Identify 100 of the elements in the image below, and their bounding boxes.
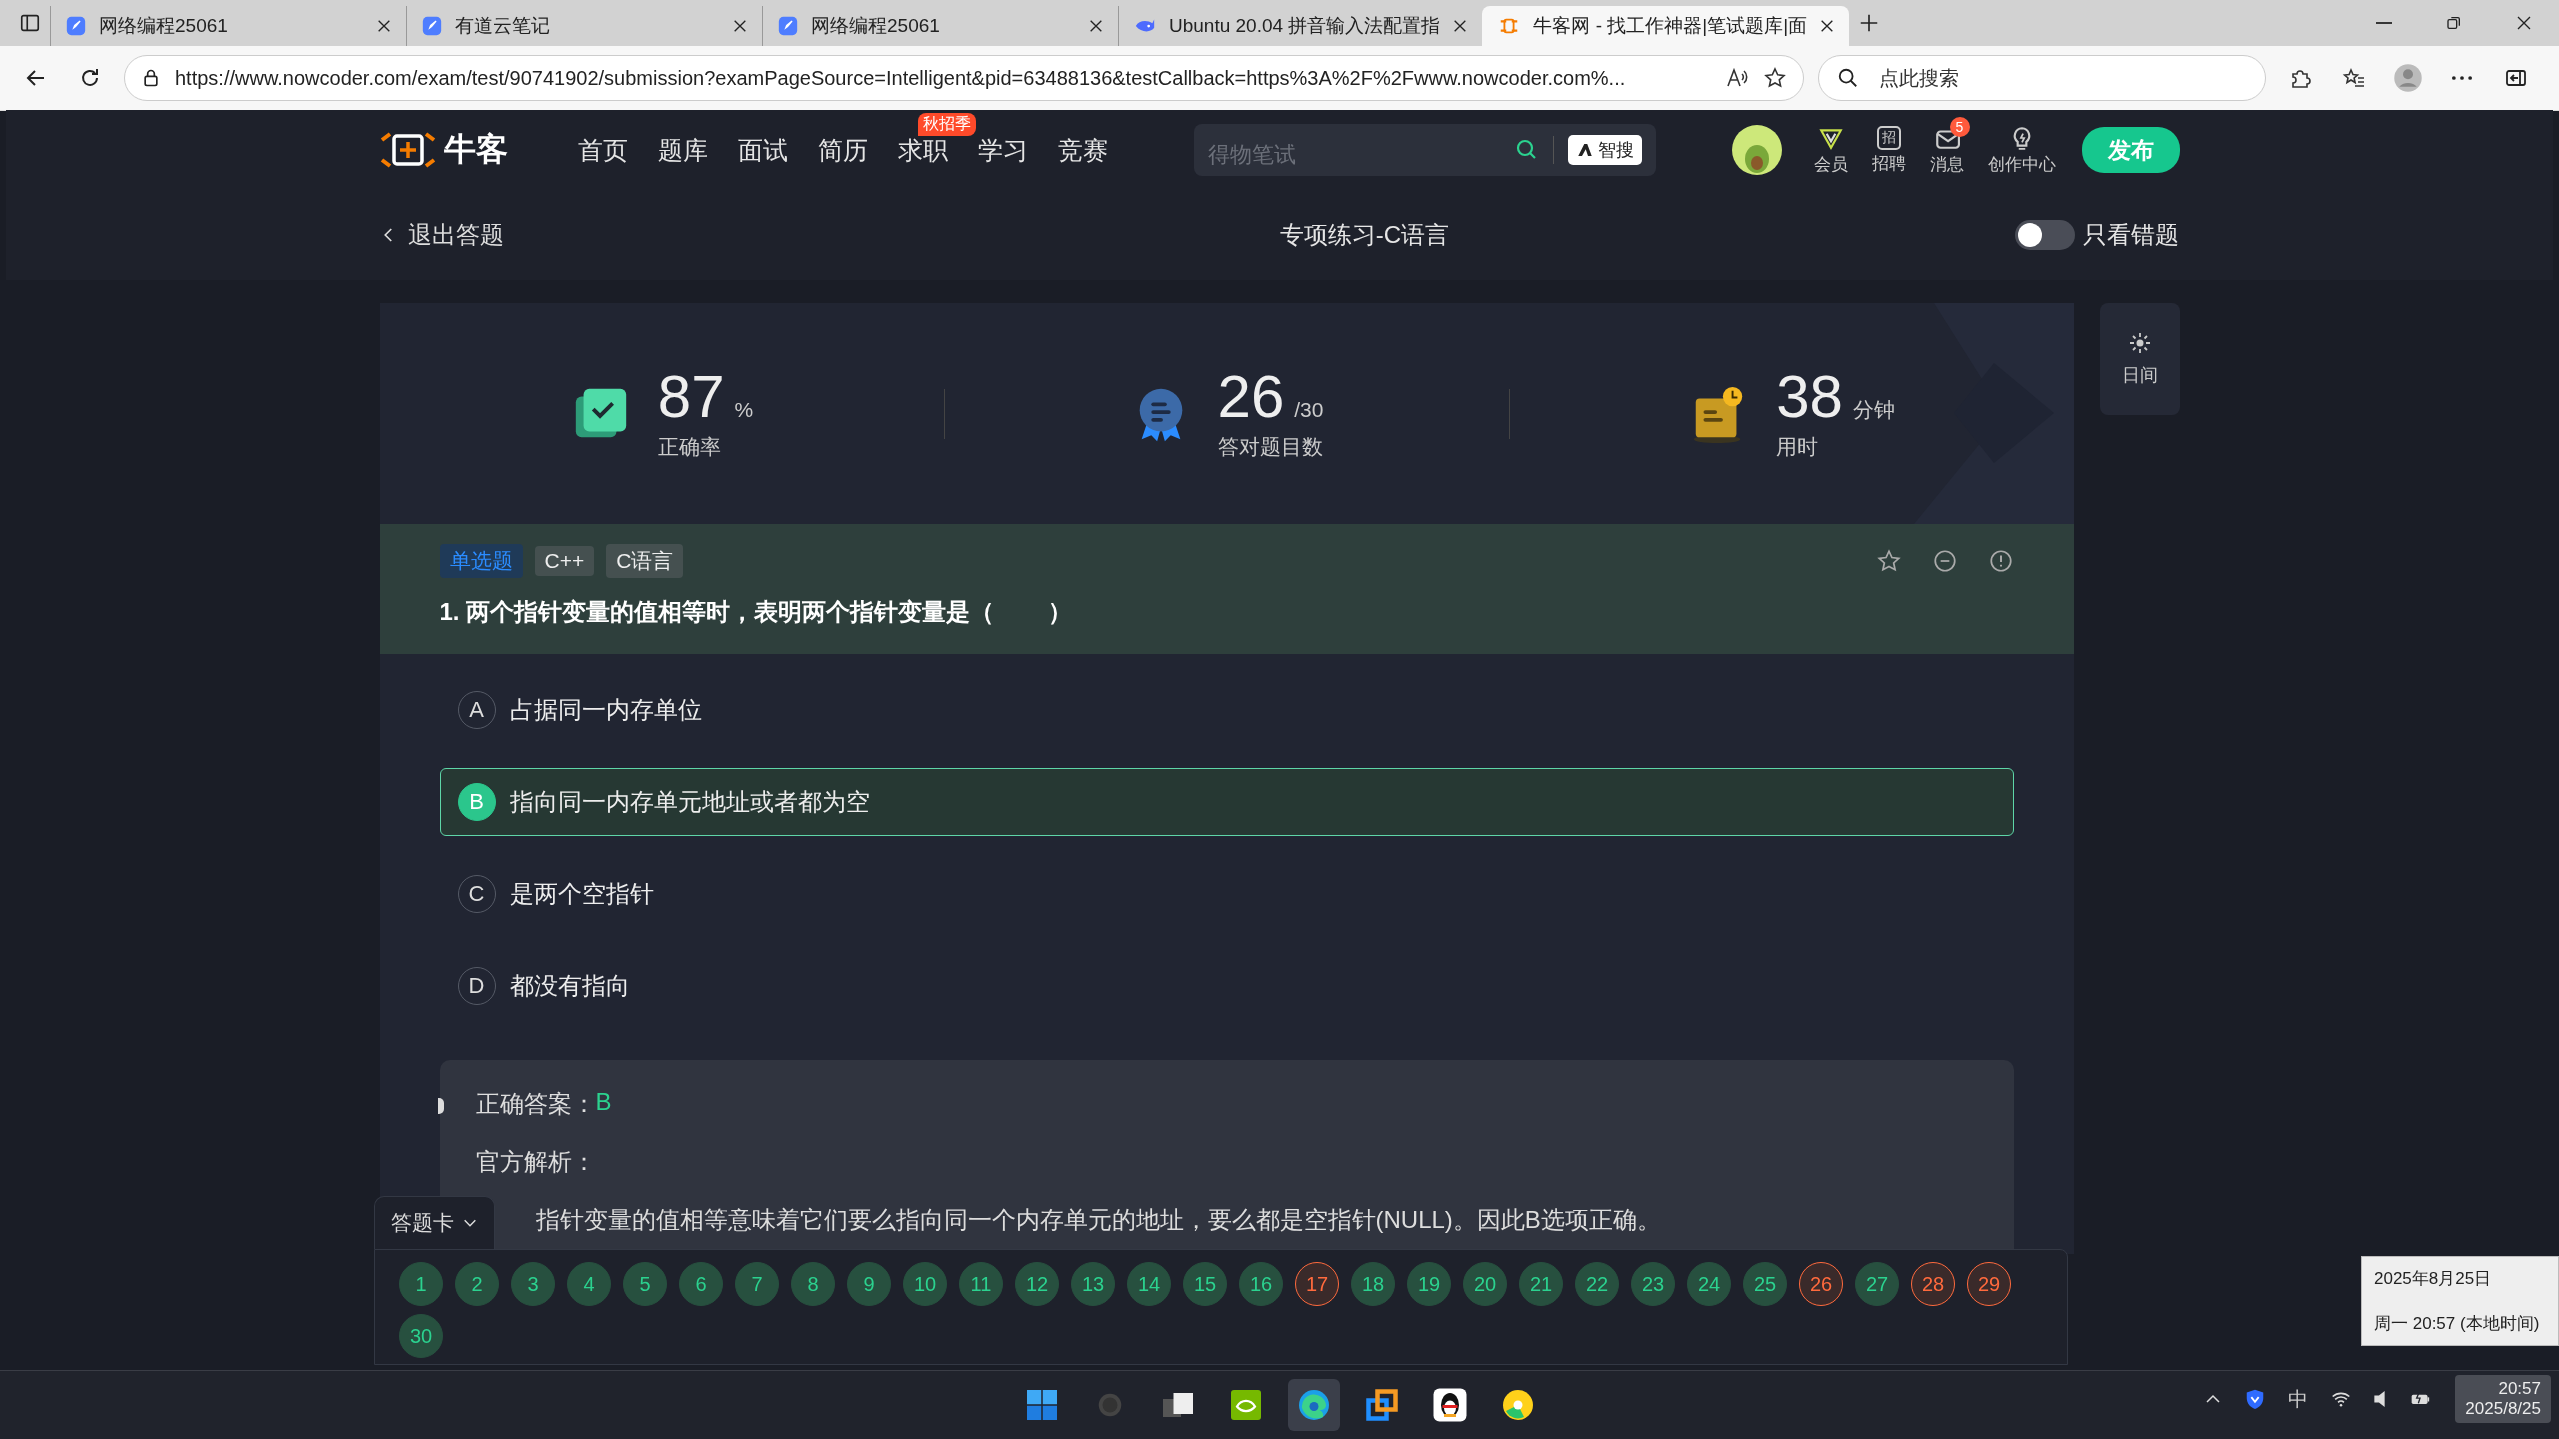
- clock[interactable]: 20:57 2025/8/25: [2455, 1375, 2551, 1423]
- nav-link[interactable]: 简历: [803, 135, 882, 165]
- star-list-icon: [2342, 66, 2366, 90]
- star-icon: [1763, 66, 1787, 90]
- close-icon: [1088, 18, 1104, 34]
- header-action[interactable]: 创作中心: [1975, 124, 2068, 176]
- question-number[interactable]: 19: [1407, 1262, 1451, 1306]
- question-title: 1. 两个指针变量的值相等时，表明两个指针变量是（ ）: [439, 597, 1073, 627]
- stat-label: 正确率: [657, 433, 722, 460]
- document-icon: [421, 15, 443, 37]
- nav-link[interactable]: 求职: [883, 135, 962, 165]
- sidebar-icon: [19, 12, 41, 34]
- toggle-switch[interactable]: [2015, 220, 2076, 250]
- question-number[interactable]: 2: [455, 1262, 499, 1306]
- stat-unit: %: [734, 397, 754, 422]
- question-number[interactable]: 6: [679, 1262, 723, 1306]
- jobs-icon: 招: [1876, 125, 1901, 150]
- answer-option[interactable]: C 是两个空指针: [439, 860, 2014, 928]
- nav-link[interactable]: 首页: [563, 135, 642, 165]
- question-number[interactable]: 24: [1687, 1262, 1731, 1306]
- penguin-icon: [1431, 1387, 1468, 1423]
- nav-link[interactable]: 题库: [643, 135, 722, 165]
- close-icon: [2516, 15, 2532, 31]
- question-number[interactable]: 22: [1575, 1262, 1619, 1306]
- stat-value: 38: [1776, 366, 1843, 427]
- answer-option[interactable]: B 指向同一内存单元地址或者都为空: [439, 768, 2014, 836]
- browser-search-field[interactable]: 点此搜索: [1818, 55, 2266, 101]
- question-number[interactable]: 5: [623, 1262, 667, 1306]
- analysis-text: 指针变量的值相等意味着它们要么指向同一个内存单元的地址，要么都是空指针(NULL)。因此B选项正确。: [535, 1205, 1661, 1235]
- report-button[interactable]: [1987, 548, 2014, 574]
- star-icon: [1875, 548, 1902, 574]
- nav-link[interactable]: 面试: [723, 135, 802, 165]
- info-icon: [1987, 548, 2014, 574]
- site-search-field[interactable]: 得物笔试 智搜: [1193, 124, 1656, 176]
- input-method[interactable]: 中: [2288, 1385, 2309, 1413]
- question-number[interactable]: 26: [1799, 1262, 1843, 1306]
- document-icon: [777, 15, 799, 37]
- header-action[interactable]: 会员: [1801, 124, 1860, 176]
- question-number[interactable]: 29: [1967, 1262, 2011, 1306]
- correct-answer: B: [595, 1088, 612, 1117]
- question-number[interactable]: 17: [1295, 1262, 1339, 1306]
- question-number[interactable]: 23: [1631, 1262, 1675, 1306]
- search-icon: [1837, 67, 1859, 89]
- answer-card-tab[interactable]: 答题卡: [374, 1196, 495, 1249]
- remote-desktop-icon: [1363, 1387, 1400, 1423]
- tooltip-date: 2025年8月25日: [2374, 1268, 2493, 1290]
- logo-text: 牛客: [443, 130, 508, 169]
- minus-circle-icon: [1931, 548, 1958, 574]
- question-number[interactable]: 13: [1071, 1262, 1115, 1306]
- more-icon: [2452, 76, 2472, 80]
- count-badge: 5: [1949, 116, 1970, 137]
- question-number[interactable]: 16: [1239, 1262, 1283, 1306]
- browser-tab[interactable]: 牛客网 - 找工作神器|笔试题库|面: [1482, 6, 1850, 46]
- question-number[interactable]: 28: [1911, 1262, 1955, 1306]
- question-number[interactable]: 15: [1183, 1262, 1227, 1306]
- lock-icon: [141, 68, 161, 88]
- stat-unit: 分钟: [1852, 396, 1895, 423]
- speaker-icon: [2374, 1391, 2386, 1407]
- sun-icon: [2127, 331, 2152, 355]
- question-number[interactable]: 3: [511, 1262, 555, 1306]
- page-title: 专项练习-C语言: [1279, 220, 1450, 250]
- stat-unit: /30: [1294, 397, 1324, 422]
- nav-badge: 秋招季: [917, 113, 976, 136]
- toggle-label: 只看错题: [2083, 220, 2180, 250]
- stat-value: 26: [1217, 366, 1285, 427]
- favorite-button[interactable]: [1875, 548, 1902, 574]
- question-number[interactable]: 7: [735, 1262, 779, 1306]
- question-number[interactable]: 30: [399, 1314, 443, 1358]
- tooltip-detail: 周一 20:57 (本地时间): [2374, 1313, 2541, 1335]
- question-number[interactable]: 8: [791, 1262, 835, 1306]
- theme-button[interactable]: 日间: [2099, 303, 2180, 415]
- logo-icon: [379, 130, 436, 170]
- address-bar[interactable]: https://www.nowcoder.com/exam/test/90741902/submission?examPageSource=Intelligent&pid=63488136&testCallback=https%3A%2F%2Fwww.nowcoder.com%...: [124, 55, 1804, 101]
- question-number[interactable]: 14: [1127, 1262, 1171, 1306]
- question-number[interactable]: 9: [847, 1262, 891, 1306]
- question-number[interactable]: 18: [1351, 1262, 1395, 1306]
- ai-search-button[interactable]: 智搜: [1567, 135, 1642, 165]
- tag: C++: [534, 546, 595, 576]
- question-number[interactable]: 20: [1463, 1262, 1507, 1306]
- answer-option[interactable]: D 都没有指向: [439, 952, 2014, 1020]
- question-number[interactable]: 21: [1519, 1262, 1563, 1306]
- header-action[interactable]: 招 招聘: [1859, 125, 1918, 175]
- question-number[interactable]: 27: [1855, 1262, 1899, 1306]
- taskbar-app[interactable]: [1287, 1379, 1340, 1431]
- minimize-icon: [2376, 22, 2392, 24]
- person-icon: [2393, 63, 2423, 93]
- question-number[interactable]: 1: [399, 1262, 443, 1306]
- question-number[interactable]: 11: [959, 1262, 1003, 1306]
- question-number[interactable]: 4: [567, 1262, 611, 1306]
- hide-button[interactable]: [1931, 548, 1958, 574]
- nav-link[interactable]: 学习: [963, 135, 1042, 165]
- tag: C语言: [606, 544, 684, 578]
- nav-link[interactable]: 竞赛: [1043, 135, 1122, 165]
- question-number[interactable]: 12: [1015, 1262, 1059, 1306]
- question-number[interactable]: 25: [1743, 1262, 1787, 1306]
- answer-option[interactable]: A 占据同一内存单位: [439, 676, 2014, 744]
- back-link[interactable]: 退出答题: [379, 219, 504, 251]
- question-number[interactable]: 10: [903, 1262, 947, 1306]
- stat-value: 87: [657, 366, 725, 427]
- tag: 单选题: [439, 544, 523, 578]
